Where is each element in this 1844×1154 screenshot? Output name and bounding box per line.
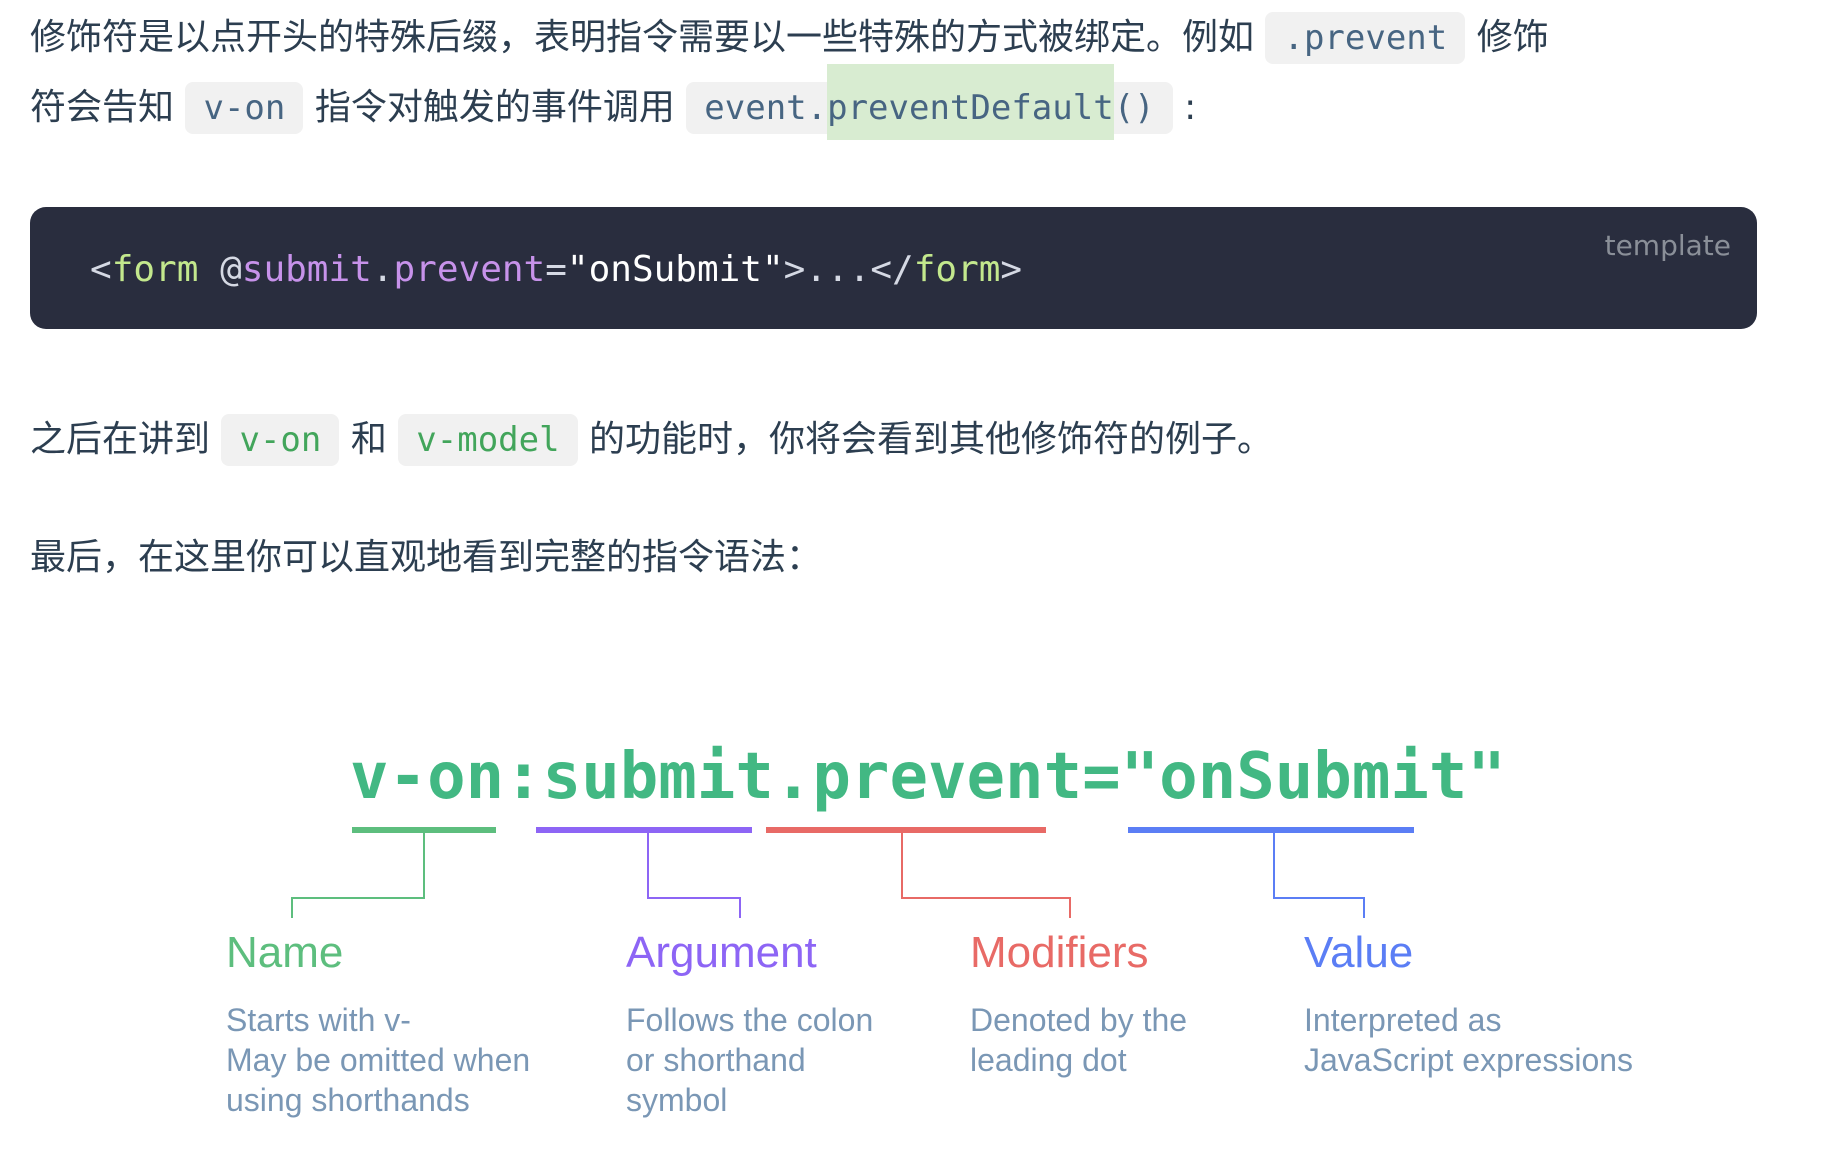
description-line: symbol [626, 1082, 728, 1118]
paragraph-modifiers-intro-line2: 符会告知 v-on 指令对触发的事件调用 event.preventDefaul… [30, 64, 1197, 140]
connector-modifiers [901, 830, 1071, 918]
code-token: event. [704, 88, 828, 128]
code-token: @ [220, 249, 242, 290]
paragraph-text: 之后在讲到 [30, 419, 211, 460]
directive-syntax-diagram: v-on:submit.prevent="onSubmit" Name Star… [0, 700, 1844, 1154]
paragraph-more-modifiers: 之后在讲到 v-on 和 v-model 的功能时，你将会看到其他修饰符的例子。 [30, 410, 1274, 466]
code-tag: form [913, 249, 1001, 290]
inline-code-v-on: v-on [221, 414, 340, 466]
label-value: Value [1304, 928, 1414, 977]
connector-argument [647, 830, 741, 918]
paragraph-text: 修饰符是以点开头的特殊后缀，表明指令需要以一些特殊的方式被绑定。例如 [30, 17, 1255, 58]
paragraph-text: 指令对触发的事件调用 [314, 87, 675, 128]
description-line: JavaScript expressions [1304, 1042, 1634, 1078]
code-token: . [371, 249, 394, 290]
description-line: using shorthands [226, 1082, 470, 1118]
code-block: template <form @submit.prevent="onSubmit… [30, 207, 1757, 329]
code-attr: submit [241, 249, 372, 290]
code-language-label: template [1604, 229, 1731, 262]
inline-code-prevent: .prevent [1265, 12, 1466, 64]
label-argument: Argument [626, 928, 817, 977]
description-line: Denoted by the [970, 1002, 1188, 1038]
connector-name [291, 830, 425, 918]
inline-code-v-model: v-model [398, 414, 578, 466]
description-line: or shorthand [626, 1042, 806, 1078]
code-token: > [1000, 249, 1023, 290]
inline-code-preventdefault: event.preventDefault() [686, 64, 1173, 140]
code-line: <form @submit.prevent="onSubmit">...</fo… [90, 249, 1022, 290]
code-token: >...</ [783, 249, 914, 290]
description-name: Starts with v- May be omitted when using… [226, 1000, 530, 1120]
code-token: " [761, 249, 784, 290]
description-value: Interpreted as JavaScript expressions [1304, 1000, 1633, 1080]
paragraph-text: 最后，在这里你可以直观地看到完整的指令语法： [30, 537, 823, 578]
highlighted-code: preventDefault [827, 64, 1114, 140]
description-line: Interpreted as [1304, 1002, 1502, 1038]
code-token: = [545, 249, 567, 290]
code-token: " [566, 249, 589, 290]
description-line: leading dot [970, 1042, 1127, 1078]
paragraph-text: 的功能时，你将会看到其他修饰符的例子。 [589, 419, 1274, 460]
label-name: Name [226, 928, 344, 977]
code-token: () [1113, 88, 1155, 128]
code-tag: form [111, 249, 199, 290]
description-line: Starts with v- [226, 1002, 411, 1038]
connector-value [1273, 830, 1365, 918]
code-attr: prevent [393, 249, 546, 290]
label-modifiers: Modifiers [970, 928, 1149, 977]
paragraph-modifiers-intro: 修饰符是以点开头的特殊后缀，表明指令需要以一些特殊的方式被绑定。例如 .prev… [30, 8, 1549, 64]
paragraph-syntax-intro: 最后，在这里你可以直观地看到完整的指令语法： [30, 528, 822, 580]
code-string: onSubmit [588, 249, 762, 290]
paragraph-text: 符会告知 [30, 87, 175, 128]
code-token: < [90, 249, 112, 290]
description-line: Follows the colon [626, 1002, 874, 1038]
paragraph-text: 和 [350, 419, 387, 460]
description-line: May be omitted when [226, 1042, 531, 1078]
description-modifiers: Denoted by the leading dot [970, 1000, 1187, 1080]
description-argument: Follows the colon or shorthand symbol [626, 1000, 873, 1120]
paragraph-text: : [1184, 87, 1197, 128]
paragraph-text: 修饰 [1476, 17, 1549, 58]
inline-code-v-on: v-on [185, 82, 304, 134]
